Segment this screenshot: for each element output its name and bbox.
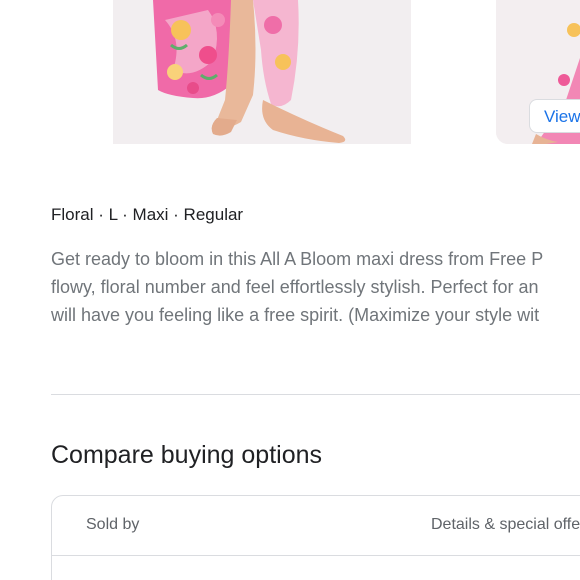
shopping-product-page: View Floral · L · Maxi · Regular Get rea… <box>0 0 580 580</box>
floral-dress-photo <box>113 0 411 144</box>
section-divider <box>51 394 580 395</box>
description-line: flowy, floral number and feel effortless… <box>51 277 539 297</box>
compare-options-heading: Compare buying options <box>51 441 322 469</box>
product-attributes: Floral · L · Maxi · Regular <box>51 205 244 224</box>
product-image-main[interactable] <box>113 0 411 144</box>
description-line: Get ready to bloom in this All A Bloom m… <box>51 249 544 269</box>
buying-options-table: Sold by Details & special offe <box>51 495 580 580</box>
view-button[interactable]: View <box>529 99 580 133</box>
product-description: Get ready to bloom in this All A Bloom m… <box>51 245 580 329</box>
column-header-sold-by: Sold by <box>86 516 140 533</box>
buying-options-header-row: Sold by Details & special offe <box>52 496 580 556</box>
description-line: will have you feeling like a free spirit… <box>51 305 540 325</box>
column-header-details: Details & special offe <box>431 516 580 533</box>
